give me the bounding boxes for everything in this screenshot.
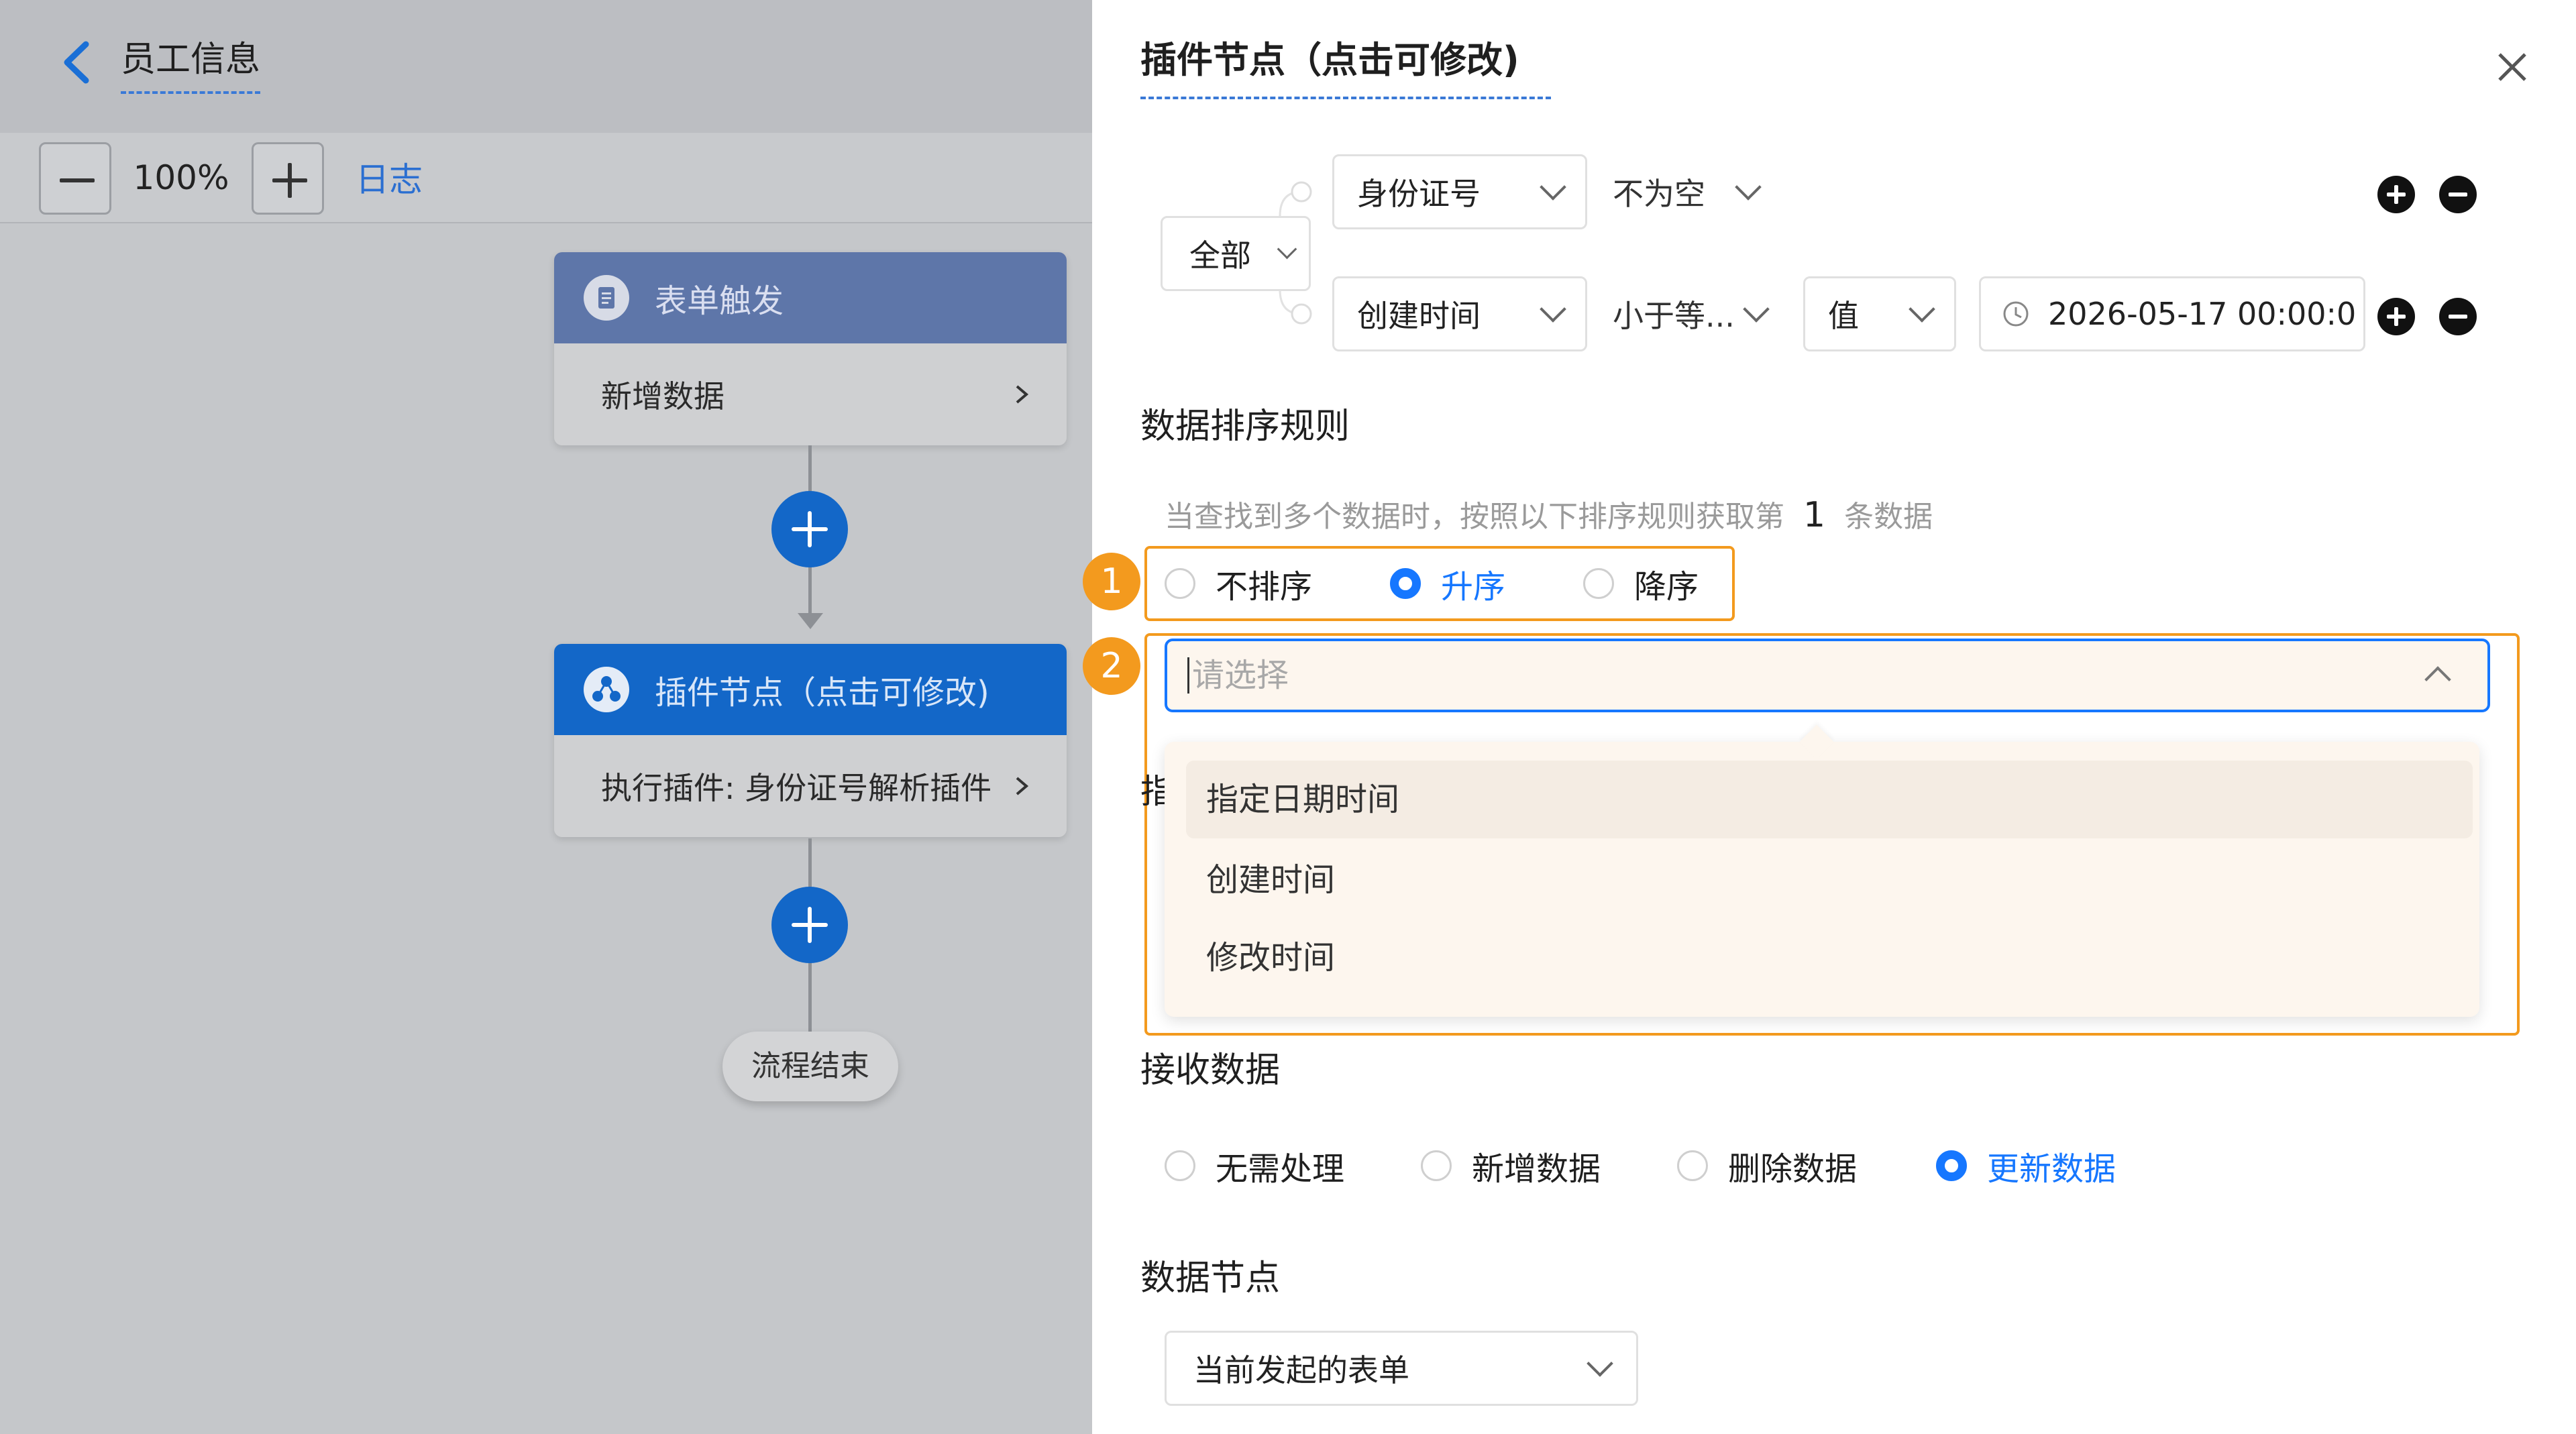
- sort-section-title: 数据排序规则: [1140, 406, 1350, 447]
- close-icon[interactable]: [2489, 44, 2536, 91]
- radio-icon: [1583, 568, 1614, 599]
- dropdown-option[interactable]: 修改时间: [1186, 919, 2473, 997]
- zoom-in-button[interactable]: [252, 142, 324, 215]
- chevron-down-icon: [1735, 174, 1762, 201]
- radio-icon: [1677, 1150, 1708, 1181]
- filter-condition-select-1[interactable]: 不为空: [1613, 166, 1762, 217]
- radio-checked-icon: [1390, 568, 1421, 599]
- group-operator-value: 全部: [1189, 237, 1251, 274]
- chevron-down-icon: [1587, 1350, 1613, 1377]
- filter-condition-value: 小于等...: [1613, 298, 1735, 334]
- receive-option-update[interactable]: 更新数据: [1936, 1139, 2116, 1193]
- filter-condition-value: 不为空: [1613, 176, 1705, 212]
- form-icon: [584, 275, 629, 321]
- back-arrow-icon[interactable]: [48, 32, 109, 93]
- trigger-node-action: 新增数据: [601, 378, 724, 415]
- plugin-node-card[interactable]: 插件节点（点击可修改) 执行插件: 身份证号解析插件: [554, 644, 1067, 837]
- trigger-node-title: 表单触发: [655, 282, 784, 320]
- receive-section-title: 接收数据: [1140, 1050, 1281, 1091]
- trigger-node-header: 表单触发: [554, 252, 1067, 343]
- receive-option-add[interactable]: 新增数据: [1421, 1139, 1601, 1193]
- sort-option-none[interactable]: 不排序: [1165, 557, 1312, 610]
- flow-end-node: 流程结束: [722, 1032, 898, 1101]
- remove-condition-button[interactable]: [2439, 298, 2477, 335]
- data-node-value: 当前发起的表单: [1193, 1352, 1409, 1388]
- add-condition-button[interactable]: [2377, 176, 2415, 213]
- sort-option-label: 不排序: [1216, 568, 1313, 606]
- log-link[interactable]: 日志: [356, 154, 423, 205]
- sort-field-placeholder: 请选择: [1187, 657, 1289, 694]
- receive-option-label: 无需处理: [1216, 1150, 1345, 1188]
- filter-field-value: 创建时间: [1357, 298, 1481, 334]
- sort-option-label: 升序: [1441, 568, 1506, 606]
- panel-title-underline: [1140, 97, 1551, 99]
- chevron-right-icon: [1016, 385, 1029, 404]
- receive-option-none[interactable]: 无需处理: [1165, 1139, 1344, 1193]
- add-condition-button[interactable]: [2377, 298, 2415, 335]
- filter-condition-select-2[interactable]: 小于等...: [1613, 288, 1770, 339]
- page-title: 员工信息: [121, 31, 261, 94]
- filter-field-select-1[interactable]: 身份证号: [1332, 154, 1587, 229]
- plugin-node-action: 执行插件: 身份证号解析插件: [601, 770, 992, 806]
- remove-condition-button[interactable]: [2439, 176, 2477, 213]
- sort-option-descending[interactable]: 降序: [1583, 557, 1699, 610]
- sort-hint-suffix: 条数据: [1844, 500, 1933, 534]
- annotation-badge-1: 1: [1083, 553, 1140, 610]
- sort-hint-prefix: 当查找到多个数据时，按照以下排序规则获取第: [1165, 500, 1784, 534]
- chevron-down-icon: [1540, 296, 1566, 323]
- sort-hint-number[interactable]: 1: [1803, 495, 1825, 535]
- annotation-badge-2: 2: [1083, 637, 1140, 695]
- filter-field-value: 身份证号: [1357, 176, 1481, 212]
- sort-field-select[interactable]: 请选择: [1165, 639, 2490, 712]
- radio-icon: [1165, 1150, 1195, 1181]
- data-node-select[interactable]: 当前发起的表单: [1165, 1331, 1638, 1406]
- receive-option-label: 删除数据: [1728, 1150, 1858, 1188]
- filter-value-type: 值: [1828, 298, 1859, 334]
- filter-datetime-value: 2026-05-17 00:00:0: [2048, 296, 2357, 332]
- data-node-section-title: 数据节点: [1140, 1258, 1281, 1299]
- chevron-down-icon: [1909, 296, 1935, 323]
- filter-datetime-input[interactable]: 2026-05-17 00:00:0: [1979, 276, 2365, 351]
- chevron-right-icon: [1016, 777, 1029, 795]
- chevron-down-icon: [1540, 174, 1566, 201]
- panel-title[interactable]: 插件节点（点击可修改): [1140, 34, 1519, 87]
- add-node-button[interactable]: [771, 887, 848, 963]
- chevron-down-icon: [1277, 239, 1297, 259]
- zoom-out-button[interactable]: [39, 142, 111, 215]
- group-operator-select[interactable]: 全部: [1161, 216, 1311, 291]
- clock-icon: [2003, 301, 2029, 327]
- chevron-up-icon: [2424, 666, 2451, 693]
- trigger-node-card[interactable]: 表单触发 新增数据: [554, 252, 1067, 445]
- plugin-icon: [584, 667, 629, 712]
- radio-icon: [1421, 1150, 1452, 1181]
- receive-option-label: 更新数据: [1987, 1150, 2116, 1188]
- trigger-node-body[interactable]: 新增数据: [554, 343, 1067, 445]
- sort-option-ascending[interactable]: 升序: [1390, 557, 1505, 610]
- plugin-node-title: 插件节点（点击可修改): [655, 674, 989, 712]
- plugin-node-header: 插件节点（点击可修改): [554, 644, 1067, 735]
- radio-icon: [1165, 568, 1195, 599]
- filter-value-type-select[interactable]: 值: [1803, 276, 1956, 351]
- sort-option-label: 降序: [1634, 568, 1699, 606]
- receive-option-label: 新增数据: [1472, 1150, 1601, 1188]
- radio-checked-icon: [1936, 1150, 1967, 1181]
- sort-hint: 当查找到多个数据时，按照以下排序规则获取第 1 条数据: [1165, 488, 1933, 544]
- dropdown-option[interactable]: 指定日期时间: [1186, 761, 2473, 838]
- chevron-down-icon: [1743, 296, 1770, 323]
- arrow-down-icon: [798, 613, 823, 629]
- filter-field-select-2[interactable]: 创建时间: [1332, 276, 1587, 351]
- dropdown-option[interactable]: 创建时间: [1186, 841, 2473, 919]
- receive-option-delete[interactable]: 删除数据: [1677, 1139, 1857, 1193]
- plugin-node-body[interactable]: 执行插件: 身份证号解析插件: [554, 735, 1067, 837]
- add-node-button[interactable]: [771, 491, 848, 567]
- zoom-level: 100%: [133, 158, 229, 197]
